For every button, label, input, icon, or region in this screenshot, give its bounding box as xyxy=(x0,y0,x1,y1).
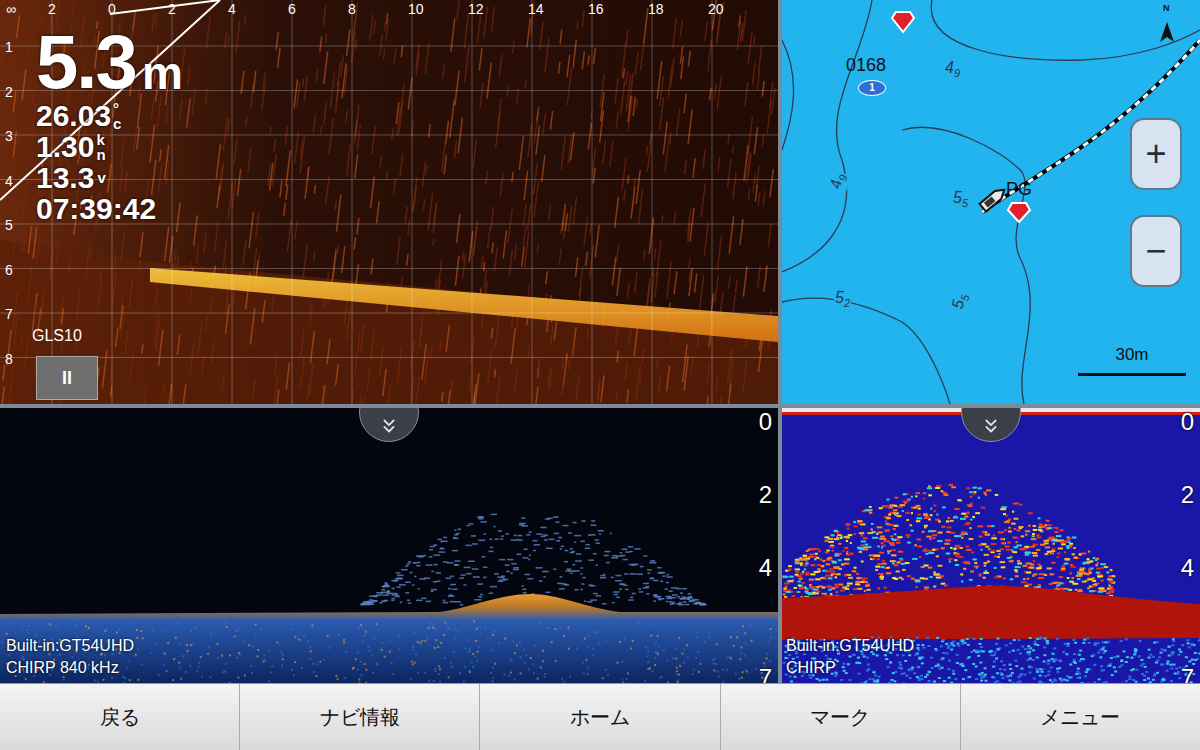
chart-panel[interactable]: N 0168 1 49 49 55 52 55 PG + − 30m xyxy=(782,0,1200,404)
contour-label: 55 xyxy=(952,190,969,209)
range-label: 8 xyxy=(348,2,356,16)
range-label: 16 xyxy=(588,2,604,16)
range-label: 6 xyxy=(288,2,296,16)
temperature-unit: °c xyxy=(113,101,121,131)
down-depth-label: 4 xyxy=(759,556,772,580)
depth-label: 5 xyxy=(5,218,13,232)
traditional-depth-label: 2 xyxy=(1181,483,1194,507)
range-label: 4 xyxy=(228,2,236,16)
speed-readout: 1.30kn xyxy=(36,131,183,162)
range-label: ∞ xyxy=(6,2,16,16)
contour-label: 49 xyxy=(828,172,850,192)
down-sonar-panel: 0 2 4 7 Built-in:GT54UHDCHIRP 840 kHz xyxy=(0,408,778,683)
nav-button[interactable]: メニュー xyxy=(961,684,1200,750)
top-row: ∞202468101214161820123456785.3m26.03°c1.… xyxy=(0,0,1200,404)
depth-label: 1 xyxy=(5,40,13,54)
contour-label: 55 xyxy=(950,292,972,312)
depth-label: 6 xyxy=(5,263,13,277)
contour-label: 49 xyxy=(944,60,961,79)
source-label: GLS10 xyxy=(32,328,82,344)
zoom-in-button[interactable]: + xyxy=(1130,118,1182,190)
waypoint-label: PG xyxy=(1006,180,1032,198)
livescope-panel: ∞202468101214161820123456785.3m26.03°c1.… xyxy=(0,0,778,404)
traditional-depth-label: 7 xyxy=(1181,666,1194,684)
chevrons-down-icon xyxy=(980,415,1002,437)
nav-button[interactable]: ナビ情報 xyxy=(240,684,480,750)
depth-label: 8 xyxy=(5,352,13,366)
pause-button[interactable]: II xyxy=(36,356,98,400)
range-label: 14 xyxy=(528,2,544,16)
depth-label: 2 xyxy=(5,85,13,99)
contour-label: 52 xyxy=(834,290,851,309)
waypoint-marker-icon xyxy=(890,8,916,34)
fish-mark-label: 0168 xyxy=(846,56,886,74)
nav-bar: 戻るナビ情報ホームマークメニュー xyxy=(0,683,1200,750)
range-label: 2 xyxy=(168,2,176,16)
depth-readout: 5.3m xyxy=(36,24,183,100)
time-readout: 07:39:42 xyxy=(36,193,183,224)
speed-unit: kn xyxy=(96,132,104,162)
zoom-out-button[interactable]: − xyxy=(1130,215,1182,287)
down-depth-label: 0 xyxy=(759,410,772,434)
traditional-depth-label: 4 xyxy=(1181,556,1194,580)
nav-button[interactable]: マーク xyxy=(721,684,961,750)
scale-bar: 30m xyxy=(1078,346,1186,376)
range-label: 2 xyxy=(48,2,56,16)
traditional-sonar-panel: 0 2 4 7 Built-in:GT54UHDCHIRP xyxy=(782,408,1200,683)
panel-toggle-button[interactable] xyxy=(961,408,1021,442)
traditional-depth-label: 0 xyxy=(1181,410,1194,434)
depth-label: 7 xyxy=(5,307,13,321)
traditional-sonar-info: Built-in:GT54UHDCHIRP xyxy=(786,635,914,679)
down-depth-label: 2 xyxy=(759,483,772,507)
range-label: 12 xyxy=(468,2,484,16)
depth-label: 4 xyxy=(5,174,13,188)
data-overlay: 5.3m26.03°c1.30kn13.3v07:39:42 xyxy=(36,24,183,224)
bottom-row: 0 2 4 7 Built-in:GT54UHDCHIRP 840 kHz 0 2 4 7 Bui… xyxy=(0,408,1200,683)
panel-toggle-button[interactable] xyxy=(359,408,419,442)
down-depth-label: 7 xyxy=(759,666,772,684)
range-label: 18 xyxy=(648,2,664,16)
chevrons-down-icon xyxy=(378,415,400,437)
waypoint-pg-icon[interactable] xyxy=(1006,200,1032,224)
nav-button[interactable]: 戻る xyxy=(0,684,240,750)
north-arrow-icon xyxy=(1156,10,1178,44)
fish-mark-icon[interactable]: 1 xyxy=(858,80,886,96)
chartplotter-screen: ∞202468101214161820123456785.3m26.03°c1.… xyxy=(0,0,1200,750)
down-sonar-info: Built-in:GT54UHDCHIRP 840 kHz xyxy=(6,635,134,679)
temperature-readout: 26.03°c xyxy=(36,100,183,131)
north-label: N xyxy=(1163,4,1170,13)
voltage-readout: 13.3v xyxy=(36,162,183,193)
range-label: 0 xyxy=(108,2,116,16)
nav-button[interactable]: ホーム xyxy=(480,684,720,750)
range-label: 10 xyxy=(408,2,424,16)
depth-label: 3 xyxy=(5,129,13,143)
range-label: 20 xyxy=(708,2,724,16)
